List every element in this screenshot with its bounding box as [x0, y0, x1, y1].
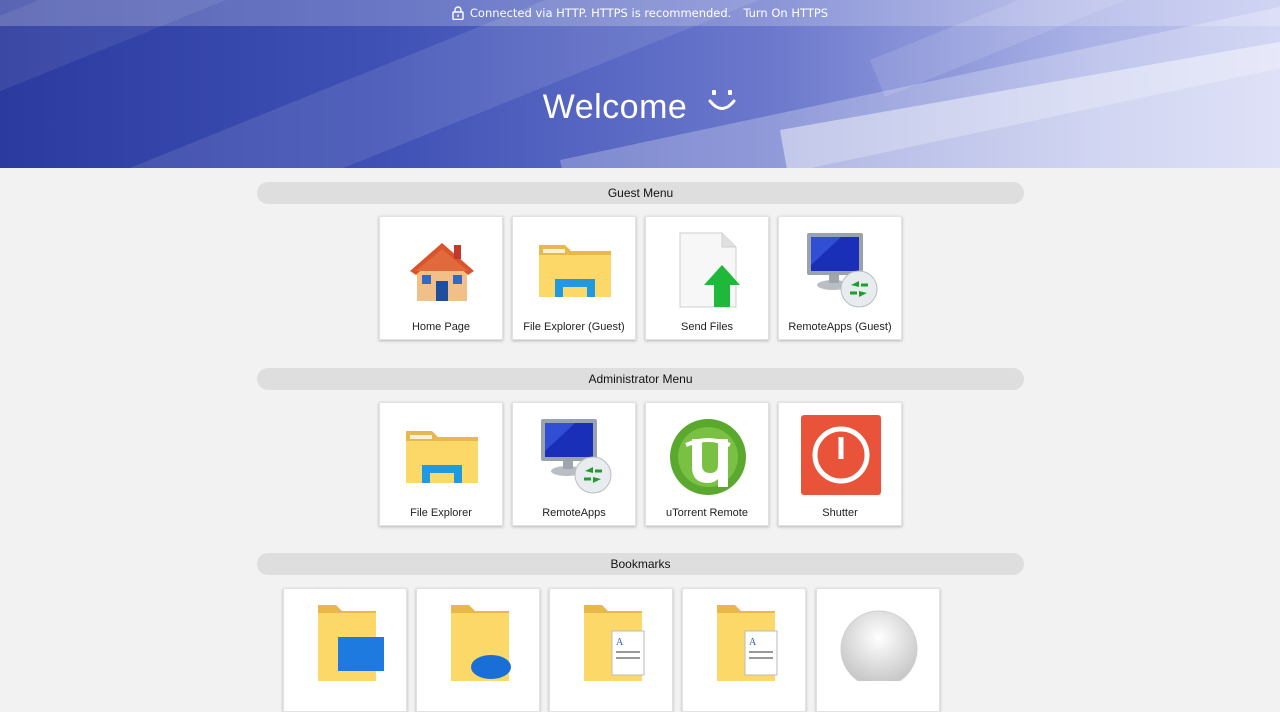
- tile-label: Home Page: [411, 321, 471, 333]
- upload-file-icon: [668, 229, 748, 309]
- folder-icon: [535, 229, 615, 309]
- house-icon: [402, 229, 482, 309]
- welcome-text: Welcome: [542, 88, 688, 126]
- svg-text:A: A: [616, 637, 624, 648]
- turn-on-https-link[interactable]: Turn On HTTPS: [743, 6, 828, 20]
- https-notice-bar: Connected via HTTP. HTTPS is recommended…: [0, 0, 1280, 26]
- tile-file-explorer[interactable]: File Explorer: [379, 402, 503, 526]
- bookmarks-header: Bookmarks: [257, 553, 1024, 575]
- tile-send-files[interactable]: Send Files: [645, 216, 769, 340]
- welcome-heading: Welcome: [0, 88, 1280, 127]
- power-icon: [801, 415, 881, 495]
- administrator-menu-header: Administrator Menu: [257, 368, 1024, 390]
- guest-menu-header: Guest Menu: [257, 182, 1024, 204]
- folder-documents-icon: A: [705, 601, 785, 681]
- tile-utorrent-remote[interactable]: uTorrent Remote: [645, 402, 769, 526]
- tile-label: File Explorer: [410, 507, 472, 519]
- tile-label: RemoteApps: [542, 507, 606, 519]
- tile-home-page[interactable]: Home Page: [379, 216, 503, 340]
- tile-bookmark-documents-2[interactable]: A: [682, 588, 806, 712]
- remote-monitor-icon: [801, 229, 881, 309]
- tile-label: File Explorer (Guest): [523, 321, 625, 333]
- tile-shutter[interactable]: Shutter: [778, 402, 902, 526]
- tile-label: Send Files: [681, 321, 733, 333]
- https-notice-text: Connected via HTTP. HTTPS is recommended…: [469, 6, 732, 20]
- tile-bookmark-documents[interactable]: A: [549, 588, 673, 712]
- tile-label: Shutter: [822, 507, 858, 519]
- folder-onedrive-icon: [439, 601, 519, 681]
- folder-desktop-icon: [306, 601, 386, 681]
- utorrent-icon: [668, 415, 748, 495]
- tile-bookmark-desktop[interactable]: [283, 588, 407, 712]
- welcome-banner: Connected via HTTP. HTTPS is recommended…: [0, 0, 1280, 168]
- smiley-icon: [707, 86, 737, 125]
- folder-icon: [402, 415, 482, 495]
- tile-bookmark-onedrive[interactable]: [416, 588, 540, 712]
- tile-label: RemoteApps (Guest): [788, 321, 892, 333]
- tile-label: uTorrent Remote: [666, 507, 748, 519]
- tile-file-explorer-guest[interactable]: File Explorer (Guest): [512, 216, 636, 340]
- remote-monitor-icon: [535, 415, 615, 495]
- tile-remoteapps-guest[interactable]: RemoteApps (Guest): [778, 216, 902, 340]
- globe-ball-icon: [839, 601, 919, 688]
- folder-documents-icon: A: [572, 601, 652, 681]
- tile-remoteapps[interactable]: RemoteApps: [512, 402, 636, 526]
- tile-bookmark-globe[interactable]: [816, 588, 940, 712]
- svg-text:A: A: [749, 637, 757, 648]
- lock-icon: [452, 6, 464, 21]
